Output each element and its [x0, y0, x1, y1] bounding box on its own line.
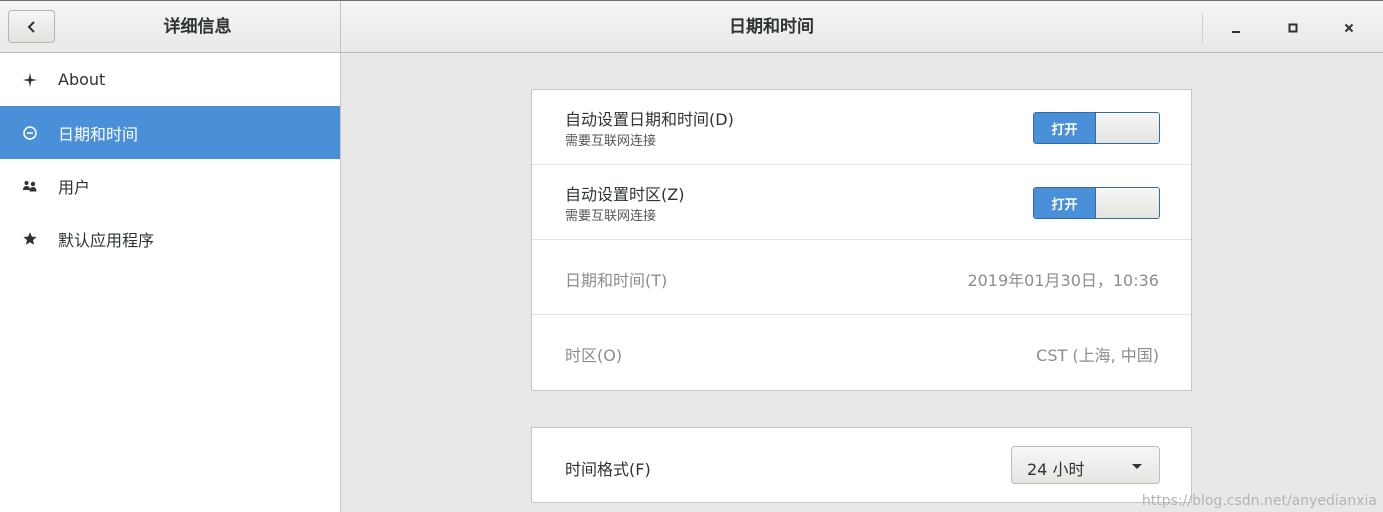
sidebar-item-datetime[interactable]: 日期和时间 — [0, 106, 340, 159]
maximize-button[interactable] — [1278, 14, 1308, 42]
time-format-title: 时间格式(F) — [565, 460, 651, 479]
sparkle-icon — [22, 72, 38, 88]
close-button[interactable] — [1334, 14, 1364, 42]
auto-timezone-subtitle: 需要互联网连接 — [565, 209, 657, 224]
time-format-card: 时间格式(F) 24 小时 — [531, 427, 1192, 503]
sidebar-header: 详细信息 — [0, 1, 341, 53]
chevron-down-icon — [1132, 464, 1142, 469]
switch-knob[interactable] — [1096, 188, 1159, 218]
clock-icon — [22, 125, 38, 141]
time-format-row: 时间格式(F) 24 小时 — [532, 428, 1191, 502]
header-bar: 详细信息 日期和时间 — [0, 0, 1383, 53]
back-button[interactable] — [8, 10, 55, 43]
auto-datetime-row[interactable]: 自动设置日期和时间(D) 需要互联网连接 打开 — [532, 90, 1191, 165]
sidebar-item-users[interactable]: 用户 — [0, 159, 340, 212]
auto-timezone-row[interactable]: 自动设置时区(Z) 需要互联网连接 打开 — [532, 165, 1191, 240]
star-icon — [22, 231, 38, 247]
auto-datetime-switch[interactable]: 打开 — [1033, 112, 1160, 144]
chevron-left-icon — [27, 20, 35, 33]
page-title: 日期和时间 — [729, 17, 814, 37]
header-separator — [1202, 13, 1203, 43]
minimize-icon — [1232, 31, 1240, 33]
sidebar-item-label: About — [58, 70, 106, 89]
sidebar-item-about[interactable]: About — [0, 53, 340, 106]
switch-on-label: 打开 — [1034, 188, 1096, 218]
auto-timezone-title: 自动设置时区(Z) — [565, 185, 685, 204]
sidebar-item-label: 默认应用程序 — [58, 230, 155, 250]
timezone-title: 时区(O) — [565, 346, 623, 365]
datetime-row: 日期和时间(T) 2019年01月30日，10:36 — [532, 240, 1191, 315]
close-icon — [1344, 23, 1354, 33]
watermark: https://blog.csdn.net/anyedianxia — [1141, 493, 1377, 509]
auto-datetime-title: 自动设置日期和时间(D) — [565, 110, 734, 129]
users-icon — [22, 178, 38, 194]
switch-knob[interactable] — [1096, 113, 1159, 143]
time-format-dropdown[interactable]: 24 小时 — [1011, 446, 1160, 484]
datetime-settings-card: 自动设置日期和时间(D) 需要互联网连接 打开 自动设置时区(Z) 需要互联网连… — [531, 89, 1192, 391]
timezone-value: CST (上海, 中国) — [1036, 346, 1159, 365]
auto-timezone-switch[interactable]: 打开 — [1033, 187, 1160, 219]
sidebar-item-label: 日期和时间 — [58, 124, 139, 144]
auto-datetime-subtitle: 需要互联网连接 — [565, 134, 657, 149]
switch-on-label: 打开 — [1034, 113, 1096, 143]
maximize-icon — [1288, 23, 1298, 33]
datetime-title: 日期和时间(T) — [565, 271, 668, 290]
minimize-button[interactable] — [1221, 14, 1251, 42]
sidebar-title: 详细信息 — [163, 17, 232, 37]
sidebar-item-default-apps[interactable]: 默认应用程序 — [0, 212, 340, 265]
timezone-row: 时区(O) CST (上海, 中国) — [532, 315, 1191, 390]
main-content: 自动设置日期和时间(D) 需要互联网连接 打开 自动设置时区(Z) 需要互联网连… — [342, 53, 1383, 512]
time-format-selected: 24 小时 — [1027, 460, 1085, 479]
datetime-value: 2019年01月30日，10:36 — [967, 271, 1159, 290]
sidebar-item-label: 用户 — [58, 177, 91, 197]
sidebar: About 日期和时间 用户 默认应用程序 — [0, 53, 341, 512]
